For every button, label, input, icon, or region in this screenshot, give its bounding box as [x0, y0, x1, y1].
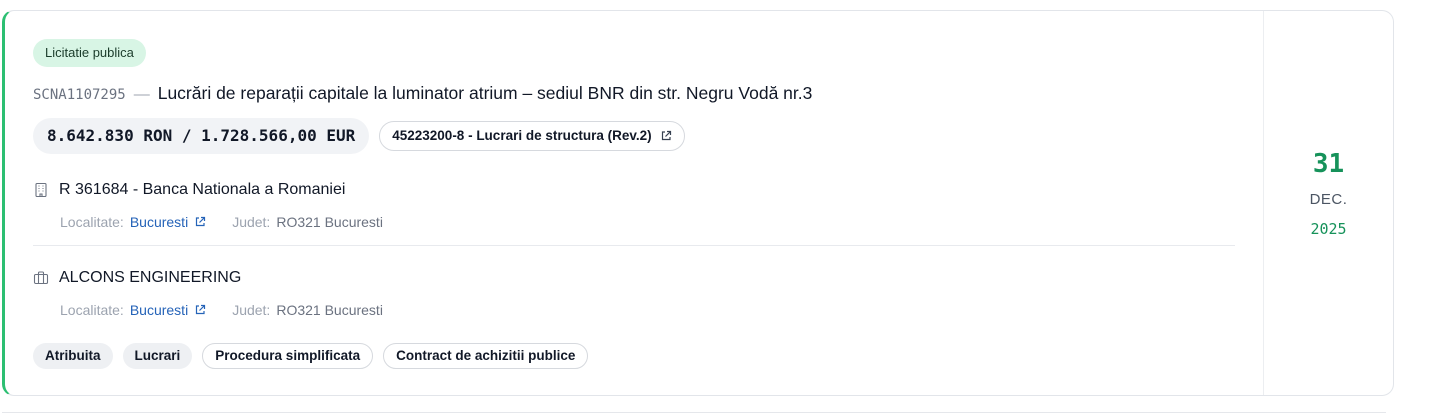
- tag-category[interactable]: Lucrari: [122, 343, 193, 369]
- building-icon: [33, 182, 49, 198]
- localitate-label: Localitate:: [60, 302, 124, 318]
- external-link-icon[interactable]: [194, 216, 206, 228]
- cpv-label: 45223200-8 - Lucrari de structura (Rev.2…: [392, 128, 652, 143]
- authority-meta: Localitate: Bucuresti Judet: RO321 Bucur…: [60, 214, 1235, 230]
- winner-judet: RO321 Bucuresti: [276, 302, 383, 318]
- tag-list: Atribuita Lucrari Procedura simplificata…: [33, 343, 589, 369]
- date-month: DEC.: [1309, 190, 1348, 208]
- value-row: 8.642.830 RON / 1.728.566,00 EUR 4522320…: [33, 118, 1263, 154]
- winner-meta: Localitate: Bucuresti Judet: RO321 Bucur…: [60, 302, 1235, 318]
- tender-title[interactable]: Lucrări de reparații capitale la luminat…: [158, 83, 813, 104]
- authority-judet: RO321 Bucuresti: [276, 214, 383, 230]
- tender-main: Licitatie publica SCNA1107295 — Lucrări …: [5, 11, 1263, 395]
- title-separator: —: [133, 86, 150, 103]
- price-chip: 8.642.830 RON / 1.728.566,00 EUR: [33, 118, 370, 154]
- judet-label: Judet:: [232, 302, 271, 318]
- external-link-icon[interactable]: [660, 130, 672, 142]
- authority-localitate-link[interactable]: Bucuresti: [130, 214, 188, 230]
- tender-code: SCNA1107295: [33, 87, 126, 103]
- winning-bidder: ALCONS ENGINEERING Localitate: Bucuresti…: [33, 269, 1235, 318]
- date-year: 2025: [1310, 219, 1347, 238]
- briefcase-icon: [33, 270, 49, 286]
- title-row: SCNA1107295 — Lucrări de reparații capit…: [33, 83, 1263, 104]
- contracting-authority: R 361684 - Banca Nationala a Romaniei Lo…: [33, 181, 1235, 230]
- judet-label: Judet:: [232, 214, 271, 230]
- authority-name[interactable]: R 361684 - Banca Nationala a Romaniei: [59, 181, 345, 199]
- date-day: 31: [1312, 148, 1345, 179]
- external-link-icon[interactable]: [194, 304, 206, 316]
- next-card-edge: [2, 412, 1386, 413]
- winner-localitate-link[interactable]: Bucuresti: [130, 302, 188, 318]
- tag-procedure[interactable]: Procedura simplificata: [202, 343, 374, 369]
- procedure-type-badge: Licitatie publica: [33, 39, 146, 67]
- localitate-label: Localitate:: [60, 214, 124, 230]
- date-panel: 31 DEC. 2025: [1263, 11, 1393, 395]
- winner-name[interactable]: ALCONS ENGINEERING: [59, 269, 241, 287]
- cpv-chip[interactable]: 45223200-8 - Lucrari de structura (Rev.2…: [379, 121, 685, 151]
- tag-status[interactable]: Atribuita: [33, 343, 113, 369]
- entity-divider: [33, 245, 1235, 246]
- tag-contract-type[interactable]: Contract de achizitii publice: [383, 343, 589, 369]
- tender-card[interactable]: Licitatie publica SCNA1107295 — Lucrări …: [2, 10, 1394, 396]
